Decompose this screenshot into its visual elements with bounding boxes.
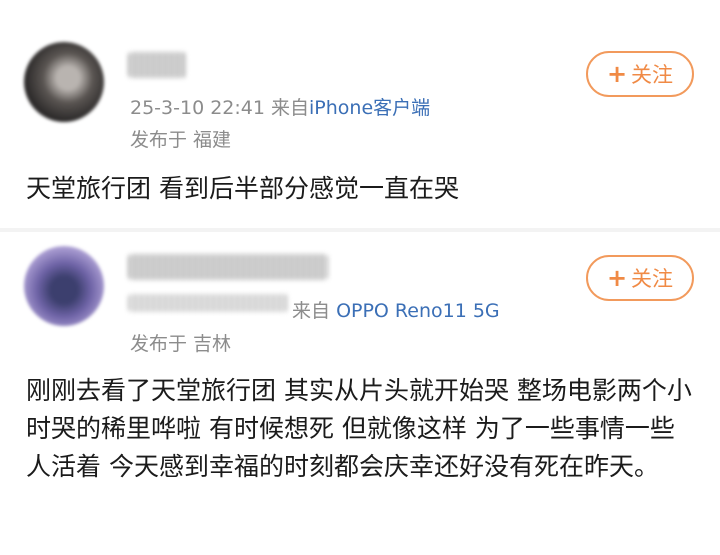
plus-icon: + (606, 60, 628, 88)
post-meta: 25-3-10 22:41 来自iPhone客户端 (130, 93, 430, 120)
timestamp: 25-3-10 22:41 (130, 97, 265, 119)
follow-button[interactable]: + 关注 (586, 51, 694, 97)
weibo-comment-1: 25-3-10 22:41 来自iPhone客户端 发布于 福建 + 关注 天堂… (0, 0, 720, 230)
post-meta: 来自 OPPO Reno11 5G (292, 296, 500, 323)
follow-button[interactable]: + 关注 (586, 255, 694, 301)
follow-label: 关注 (631, 267, 674, 291)
username-blurred[interactable] (128, 254, 328, 280)
follow-label: 关注 (631, 63, 674, 87)
location: 发布于 福建 (130, 129, 232, 151)
source-prefix: 来自 (292, 300, 331, 322)
location: 发布于 吉林 (130, 333, 232, 355)
plus-icon: + (606, 264, 628, 292)
weibo-comment-2: 来自 OPPO Reno11 5G 发布于 吉林 + 关注 刚刚去看了天堂旅行团… (0, 232, 720, 555)
device-link[interactable]: OPPO Reno11 5G (336, 300, 500, 322)
comment-text: 天堂旅行团 看到后半部分感觉一直在哭 (26, 174, 459, 203)
timestamp-blurred (128, 294, 288, 312)
comment-text: 刚刚去看了天堂旅行团 其实从片头就开始哭 整场电影两个小时哭的稀里哗啦 有时候想… (26, 376, 692, 481)
source-prefix: 来自 (271, 97, 310, 119)
avatar[interactable] (24, 246, 104, 326)
username-blurred[interactable] (128, 52, 186, 78)
avatar[interactable] (24, 42, 104, 122)
device-link[interactable]: iPhone客户端 (309, 97, 430, 119)
